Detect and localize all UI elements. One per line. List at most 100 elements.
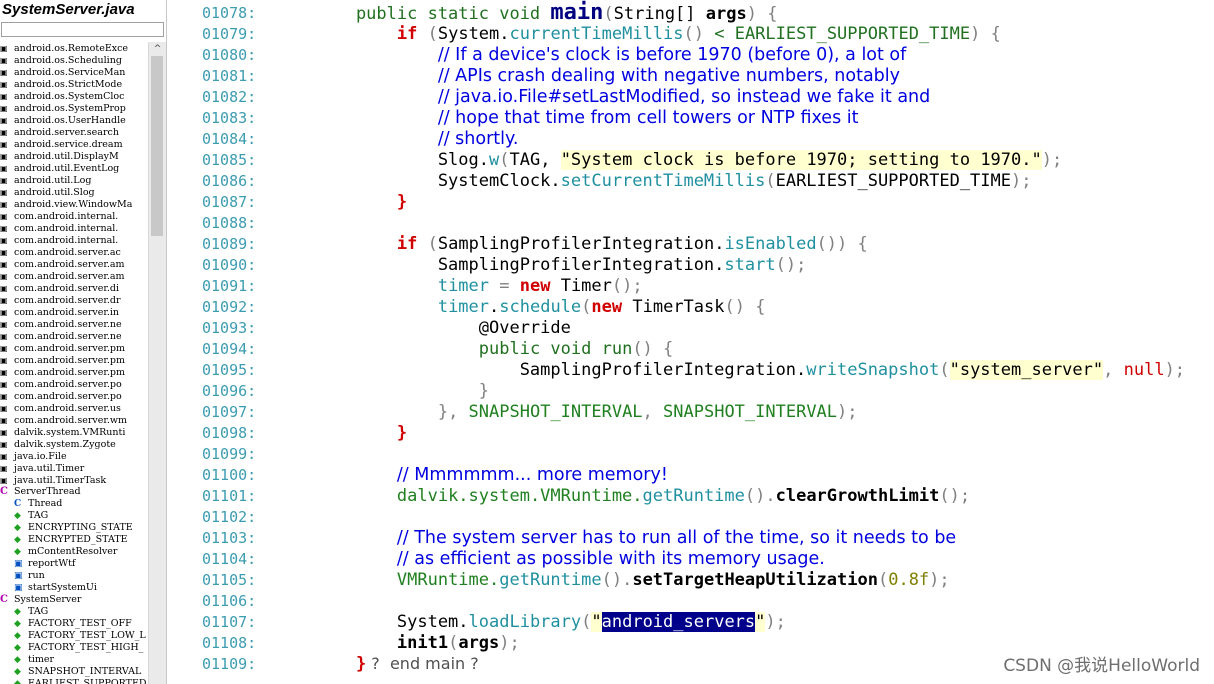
code-token: () bbox=[683, 24, 704, 44]
symbol-list-item[interactable]: ▣ reportWtf bbox=[0, 558, 148, 570]
symbol-list-item[interactable]: ▣ android.os.UserHandle bbox=[0, 114, 148, 126]
symbol-list-item[interactable]: ◆ FACTORY_TEST_HIGH_ bbox=[0, 642, 148, 654]
code-token: isEnabled bbox=[724, 234, 817, 254]
code-token: ); bbox=[1011, 171, 1032, 191]
import-icon: ▣ bbox=[0, 367, 8, 377]
code-token: ( bbox=[877, 570, 889, 590]
symbol-list-item[interactable]: ▣ android.os.SystemProp bbox=[0, 102, 148, 114]
symbol-list-item[interactable]: ▣ com.android.server.dr bbox=[0, 294, 148, 306]
class-icon: C bbox=[0, 594, 8, 605]
symbol-list-item[interactable]: ▣ android.os.StrictMode bbox=[0, 78, 148, 90]
symbol-list-item[interactable]: ◆ TAG bbox=[0, 510, 148, 522]
symbol-list-item[interactable]: ▣ com.android.server.po bbox=[0, 378, 148, 390]
symbol-list-item[interactable]: ◆ FACTORY_TEST_LOW_L bbox=[0, 630, 148, 642]
symbol-list-item[interactable]: ◆ FACTORY_TEST_OFF bbox=[0, 618, 148, 630]
symbol-list-item[interactable]: ▣ android.os.Scheduling bbox=[0, 54, 148, 66]
symbol-list-item[interactable]: ▣ android.os.SystemCloc bbox=[0, 90, 148, 102]
symbol-list-item[interactable]: ▣ run bbox=[0, 570, 148, 582]
line-number: 01109: bbox=[202, 655, 257, 673]
symbol-list-item[interactable]: ▣ com.android.server.ne bbox=[0, 318, 148, 330]
symbol-list-item[interactable]: ▣ android.os.ServiceMan bbox=[0, 66, 148, 78]
symbol-list-item[interactable]: ▣ com.android.internal. bbox=[0, 210, 148, 222]
symbol-label: android.util.Slog bbox=[14, 187, 95, 198]
symbol-list-item[interactable]: ▣ com.android.server.di bbox=[0, 282, 148, 294]
symbol-list-item[interactable]: C SystemServer bbox=[0, 594, 148, 606]
code-token: ); bbox=[1041, 150, 1063, 170]
code-token: String[] bbox=[613, 4, 706, 24]
symbol-list-item[interactable]: ▣ dalvik.system.VMRunti bbox=[0, 426, 148, 438]
symbol-list-item[interactable]: ▣ com.android.server.pm bbox=[0, 342, 148, 354]
code-token: // Mmmmmm... more memory! bbox=[396, 465, 668, 485]
symbol-label: com.android.server.wm bbox=[14, 415, 128, 426]
symbol-list-item[interactable]: ▣ android.service.dream bbox=[0, 138, 148, 150]
symbol-list-item[interactable]: ▣ android.util.Log bbox=[0, 174, 148, 186]
symbol-list-item[interactable]: ▣ com.android.server.ac bbox=[0, 246, 148, 258]
symbol-list-item[interactable]: ▣ com.android.server.po bbox=[0, 390, 148, 402]
symbol-list-item[interactable]: ▣ com.android.server.pm bbox=[0, 354, 148, 366]
symbol-label: android.os.ServiceMan bbox=[14, 67, 126, 78]
code-text: public static void main(String[] args) { bbox=[315, 2, 778, 25]
symbol-list-item[interactable]: ▣ android.util.Slog bbox=[0, 186, 148, 198]
symbol-list-item[interactable]: ▣ java.io.File bbox=[0, 450, 148, 462]
symbol-list-item[interactable]: ◆ timer bbox=[0, 654, 148, 666]
code-token: ) { bbox=[970, 24, 1001, 44]
symbol-list-item[interactable]: ◆ ENCRYPTED_STATE bbox=[0, 534, 148, 546]
code-editor[interactable]: 01078: public static void main(String[] … bbox=[170, 0, 1214, 684]
code-text: } bbox=[315, 422, 407, 444]
symbol-list-item[interactable]: ▣ com.android.server.us bbox=[0, 402, 148, 414]
symbol-search-input[interactable] bbox=[1, 22, 164, 37]
symbol-list-item[interactable]: ▣ android.os.RemoteExce bbox=[0, 42, 148, 54]
symbol-list-item[interactable]: ▣ java.util.Timer bbox=[0, 462, 148, 474]
import-icon: ▣ bbox=[0, 115, 8, 125]
code-text: if (SamplingProfilerIntegration.isEnable… bbox=[315, 233, 868, 255]
symbol-list-item[interactable]: ◆ ENCRYPTING_STATE bbox=[0, 522, 148, 534]
symbol-label: reportWtf bbox=[28, 558, 76, 569]
symbol-list-item[interactable]: C ServerThread bbox=[0, 486, 148, 498]
import-icon: ▣ bbox=[0, 151, 8, 161]
symbol-list-item[interactable]: ▣ java.util.TimerTask bbox=[0, 474, 148, 486]
symbol-label: android.service.dream bbox=[14, 139, 123, 150]
code-token: w bbox=[489, 150, 500, 170]
code-token: "system_server" bbox=[949, 360, 1104, 380]
code-token: ( bbox=[581, 612, 592, 632]
symbol-list-item[interactable]: ▣ com.android.server.pm bbox=[0, 366, 148, 378]
symbol-label: Thread bbox=[28, 498, 63, 509]
symbol-list-item[interactable]: ▣ com.android.server.am bbox=[0, 258, 148, 270]
field-icon: ◆ bbox=[14, 643, 21, 653]
symbol-list-item[interactable]: ▣ startSystemUi bbox=[0, 582, 148, 594]
method-icon: ▣ bbox=[14, 583, 23, 593]
scroll-thumb[interactable] bbox=[151, 56, 163, 236]
code-token: (); bbox=[611, 276, 643, 296]
sidebar-scrollbar[interactable]: ^ bbox=[148, 42, 166, 684]
symbol-list-item[interactable]: C Thread bbox=[0, 498, 148, 510]
code-text: // as efficient as possible with its mem… bbox=[315, 548, 825, 570]
code-token: ( bbox=[581, 297, 592, 317]
symbol-list-item[interactable]: ▣ android.server.search bbox=[0, 126, 148, 138]
symbol-list-item[interactable]: ▣ dalvik.system.Zygote bbox=[0, 438, 148, 450]
symbol-list-item[interactable]: ▣ android.view.WindowMa bbox=[0, 198, 148, 210]
symbol-list-item[interactable]: ▣ com.android.internal. bbox=[0, 222, 148, 234]
symbol-list-item[interactable]: ▣ android.util.EventLog bbox=[0, 162, 148, 174]
symbol-list-item[interactable]: ◆ TAG bbox=[0, 606, 148, 618]
scroll-up-arrow-icon[interactable]: ^ bbox=[149, 42, 166, 56]
code-token: 0.8f bbox=[888, 570, 930, 590]
line-number: 01092: bbox=[202, 298, 257, 316]
symbol-list-item[interactable]: ▣ android.util.DisplayM bbox=[0, 150, 148, 162]
line-number: 01082: bbox=[202, 88, 257, 106]
symbol-list-item[interactable]: ▣ com.android.server.am bbox=[0, 270, 148, 282]
symbol-list-item[interactable]: ▣ com.android.server.in bbox=[0, 306, 148, 318]
symbol-list-item[interactable]: ▣ com.android.server.wm bbox=[0, 414, 148, 426]
symbol-list-item[interactable]: ▣ com.android.internal. bbox=[0, 234, 148, 246]
symbol-list-item[interactable]: ◆ mContentResolver bbox=[0, 546, 148, 558]
import-icon: ▣ bbox=[0, 343, 8, 353]
symbol-list-item[interactable]: ▣ com.android.server.ne bbox=[0, 330, 148, 342]
symbol-label: dalvik.system.VMRunti bbox=[14, 427, 126, 438]
symbol-list-item[interactable]: ◆ EARLIEST_SUPPORTED bbox=[0, 678, 148, 684]
symbol-list-item[interactable]: ◆ SNAPSHOT_INTERVAL bbox=[0, 666, 148, 678]
code-text: // hope that time from cell towers or NT… bbox=[315, 107, 859, 129]
